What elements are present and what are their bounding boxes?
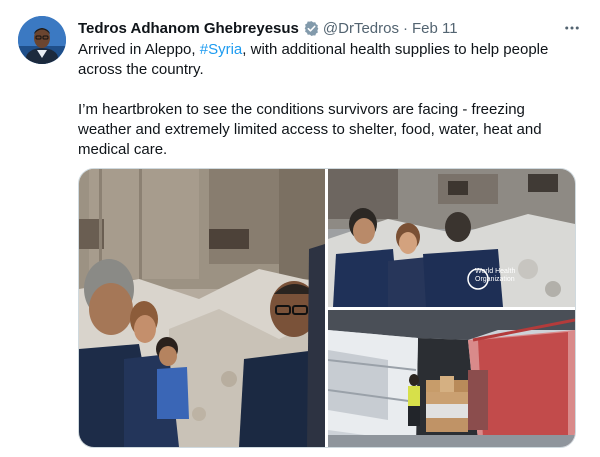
photo-1[interactable] (79, 169, 325, 447)
tweet-text-part: Arrived in Aleppo, (78, 41, 200, 58)
tweet-card[interactable]: Tedros Adhanom Ghebreyesus @DrTedros · F… (0, 0, 600, 457)
author-avatar[interactable] (18, 16, 66, 64)
tweet-header: Tedros Adhanom Ghebreyesus @DrTedros · F… (78, 18, 584, 38)
author-name[interactable]: Tedros Adhanom Ghebreyesus (78, 20, 299, 37)
org-text-line: Organization (475, 276, 515, 283)
tweet-date[interactable]: Feb 11 (412, 20, 458, 37)
tweet-paragraph-2: I’m heartbroken to see the conditions su… (78, 101, 542, 158)
more-horizontal-icon (565, 26, 579, 30)
header-separator: · (402, 19, 408, 37)
tweet-text: Arrived in Aleppo, #Syria, with addition… (78, 40, 578, 160)
tweet-paragraph-1: Arrived in Aleppo, #Syria, with addition… (78, 40, 578, 80)
author-handle[interactable]: @DrTedros (323, 20, 399, 37)
photo-2[interactable]: World Health Organization (328, 169, 575, 307)
media-grid: World Health Organization (78, 168, 576, 448)
more-options-button[interactable] (560, 16, 584, 40)
org-text-line: World Health (475, 268, 515, 275)
photo-3[interactable] (328, 310, 575, 447)
hashtag-link[interactable]: #Syria (200, 41, 243, 58)
verified-badge-icon (303, 20, 320, 37)
avatar-image (18, 16, 66, 64)
